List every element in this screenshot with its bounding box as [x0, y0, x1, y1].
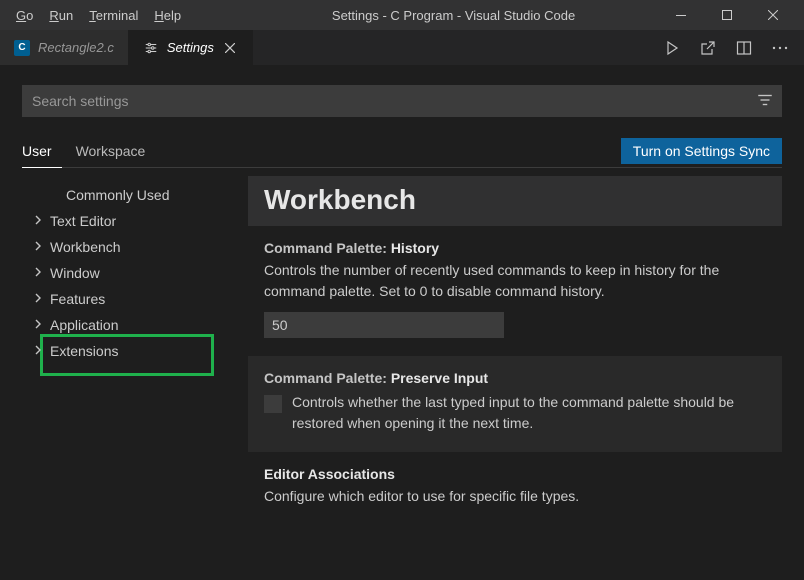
- tree-extensions[interactable]: Extensions: [22, 338, 232, 364]
- setting-description: Configure which editor to use for specif…: [264, 486, 766, 507]
- menu-go[interactable]: Go: [8, 4, 41, 27]
- tree-features[interactable]: Features: [22, 286, 232, 312]
- scope-tabs: User Workspace Turn on Settings Sync: [22, 135, 782, 168]
- tab-label: Rectangle2.c: [38, 40, 114, 55]
- window-title: Settings - C Program - Visual Studio Cod…: [249, 8, 658, 23]
- close-icon[interactable]: [222, 40, 238, 56]
- setting-title: Command Palette: History: [264, 240, 766, 256]
- tab-settings[interactable]: Settings: [129, 30, 253, 65]
- title-bar: Go Run Terminal Help Settings - C Progra…: [0, 0, 804, 30]
- settings-tab-icon: [143, 40, 159, 56]
- close-icon[interactable]: [750, 0, 796, 30]
- run-icon[interactable]: [662, 38, 682, 58]
- chevron-right-icon: [32, 239, 48, 255]
- tree-workbench[interactable]: Workbench: [22, 234, 232, 260]
- settings-editor: User Workspace Turn on Settings Sync Com…: [0, 65, 804, 580]
- preserve-input-checkbox[interactable]: [264, 395, 282, 413]
- settings-sync-button[interactable]: Turn on Settings Sync: [621, 138, 782, 164]
- menu-run[interactable]: Run: [41, 4, 81, 27]
- menu-help[interactable]: Help: [146, 4, 189, 27]
- scope-workspace[interactable]: Workspace: [76, 135, 156, 167]
- setting-checkbox-row: Controls whether the last typed input to…: [264, 392, 766, 434]
- chevron-right-icon: [32, 343, 48, 359]
- settings-content: Workbench Command Palette: History Contr…: [232, 176, 782, 580]
- section-header: Workbench: [248, 176, 782, 226]
- chevron-right-icon: [32, 317, 48, 333]
- filter-icon[interactable]: [756, 91, 774, 112]
- c-file-icon: C: [14, 40, 30, 56]
- search-input[interactable]: [22, 85, 782, 117]
- search-wrapper: [22, 85, 782, 117]
- section-title: Workbench: [264, 184, 766, 216]
- maximize-icon[interactable]: [704, 0, 750, 30]
- setting-title: Command Palette: Preserve Input: [264, 370, 766, 386]
- more-actions-icon[interactable]: [770, 38, 790, 58]
- tree-text-editor[interactable]: Text Editor: [22, 208, 232, 234]
- setting-editor-associations: Editor Associations Configure which edit…: [248, 452, 782, 513]
- menu-terminal[interactable]: Terminal: [81, 4, 146, 27]
- tree-application[interactable]: Application: [22, 312, 232, 338]
- tree-commonly-used[interactable]: Commonly Used: [22, 182, 232, 208]
- chevron-right-icon: [32, 291, 48, 307]
- settings-split: Commonly Used Text Editor Workbench Wind…: [22, 176, 782, 580]
- window-controls: [658, 0, 796, 30]
- open-settings-json-icon[interactable]: [698, 38, 718, 58]
- tab-bar: C Rectangle2.c Settings: [0, 30, 804, 65]
- chevron-right-icon: [32, 213, 48, 229]
- setting-description: Controls whether the last typed input to…: [292, 392, 766, 434]
- chevron-right-icon: [32, 265, 48, 281]
- split-editor-icon[interactable]: [734, 38, 754, 58]
- minimize-icon[interactable]: [658, 0, 704, 30]
- scope-user[interactable]: User: [22, 135, 62, 168]
- menu-bar: Go Run Terminal Help: [8, 4, 189, 27]
- setting-description: Controls the number of recently used com…: [264, 260, 766, 302]
- setting-command-palette-history: Command Palette: History Controls the nu…: [248, 226, 782, 344]
- editor-actions: [648, 30, 804, 65]
- setting-title: Editor Associations: [264, 466, 766, 482]
- history-value-input[interactable]: [264, 312, 504, 338]
- tab-file[interactable]: C Rectangle2.c: [0, 30, 129, 65]
- tree-window[interactable]: Window: [22, 260, 232, 286]
- settings-tree: Commonly Used Text Editor Workbench Wind…: [22, 176, 232, 580]
- setting-command-palette-preserve-input: Command Palette: Preserve Input Controls…: [248, 356, 782, 452]
- tab-label: Settings: [167, 40, 214, 55]
